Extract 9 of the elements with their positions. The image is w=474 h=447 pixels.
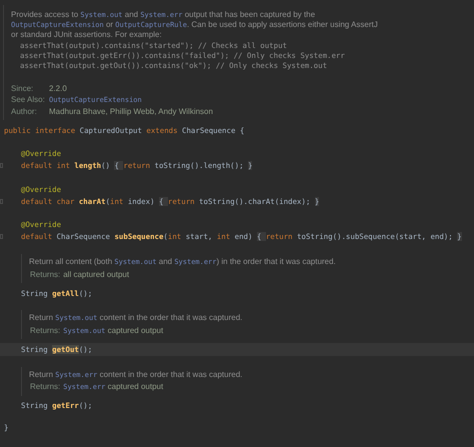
tag-label: Returns: xyxy=(30,381,60,394)
tag-value: 2.2.0 xyxy=(49,84,67,93)
tag-label: Author: xyxy=(11,106,38,117)
tag-value: all captured output xyxy=(63,270,130,279)
tag-label: See Also: xyxy=(11,94,46,106)
tag-label: Returns: xyxy=(30,268,60,281)
tag-label: Since: xyxy=(11,83,34,94)
tag-value: Madhura Bhave, Phillip Webb, Andy Wilkinson xyxy=(49,107,213,116)
tag-label: Returns: xyxy=(30,324,60,337)
